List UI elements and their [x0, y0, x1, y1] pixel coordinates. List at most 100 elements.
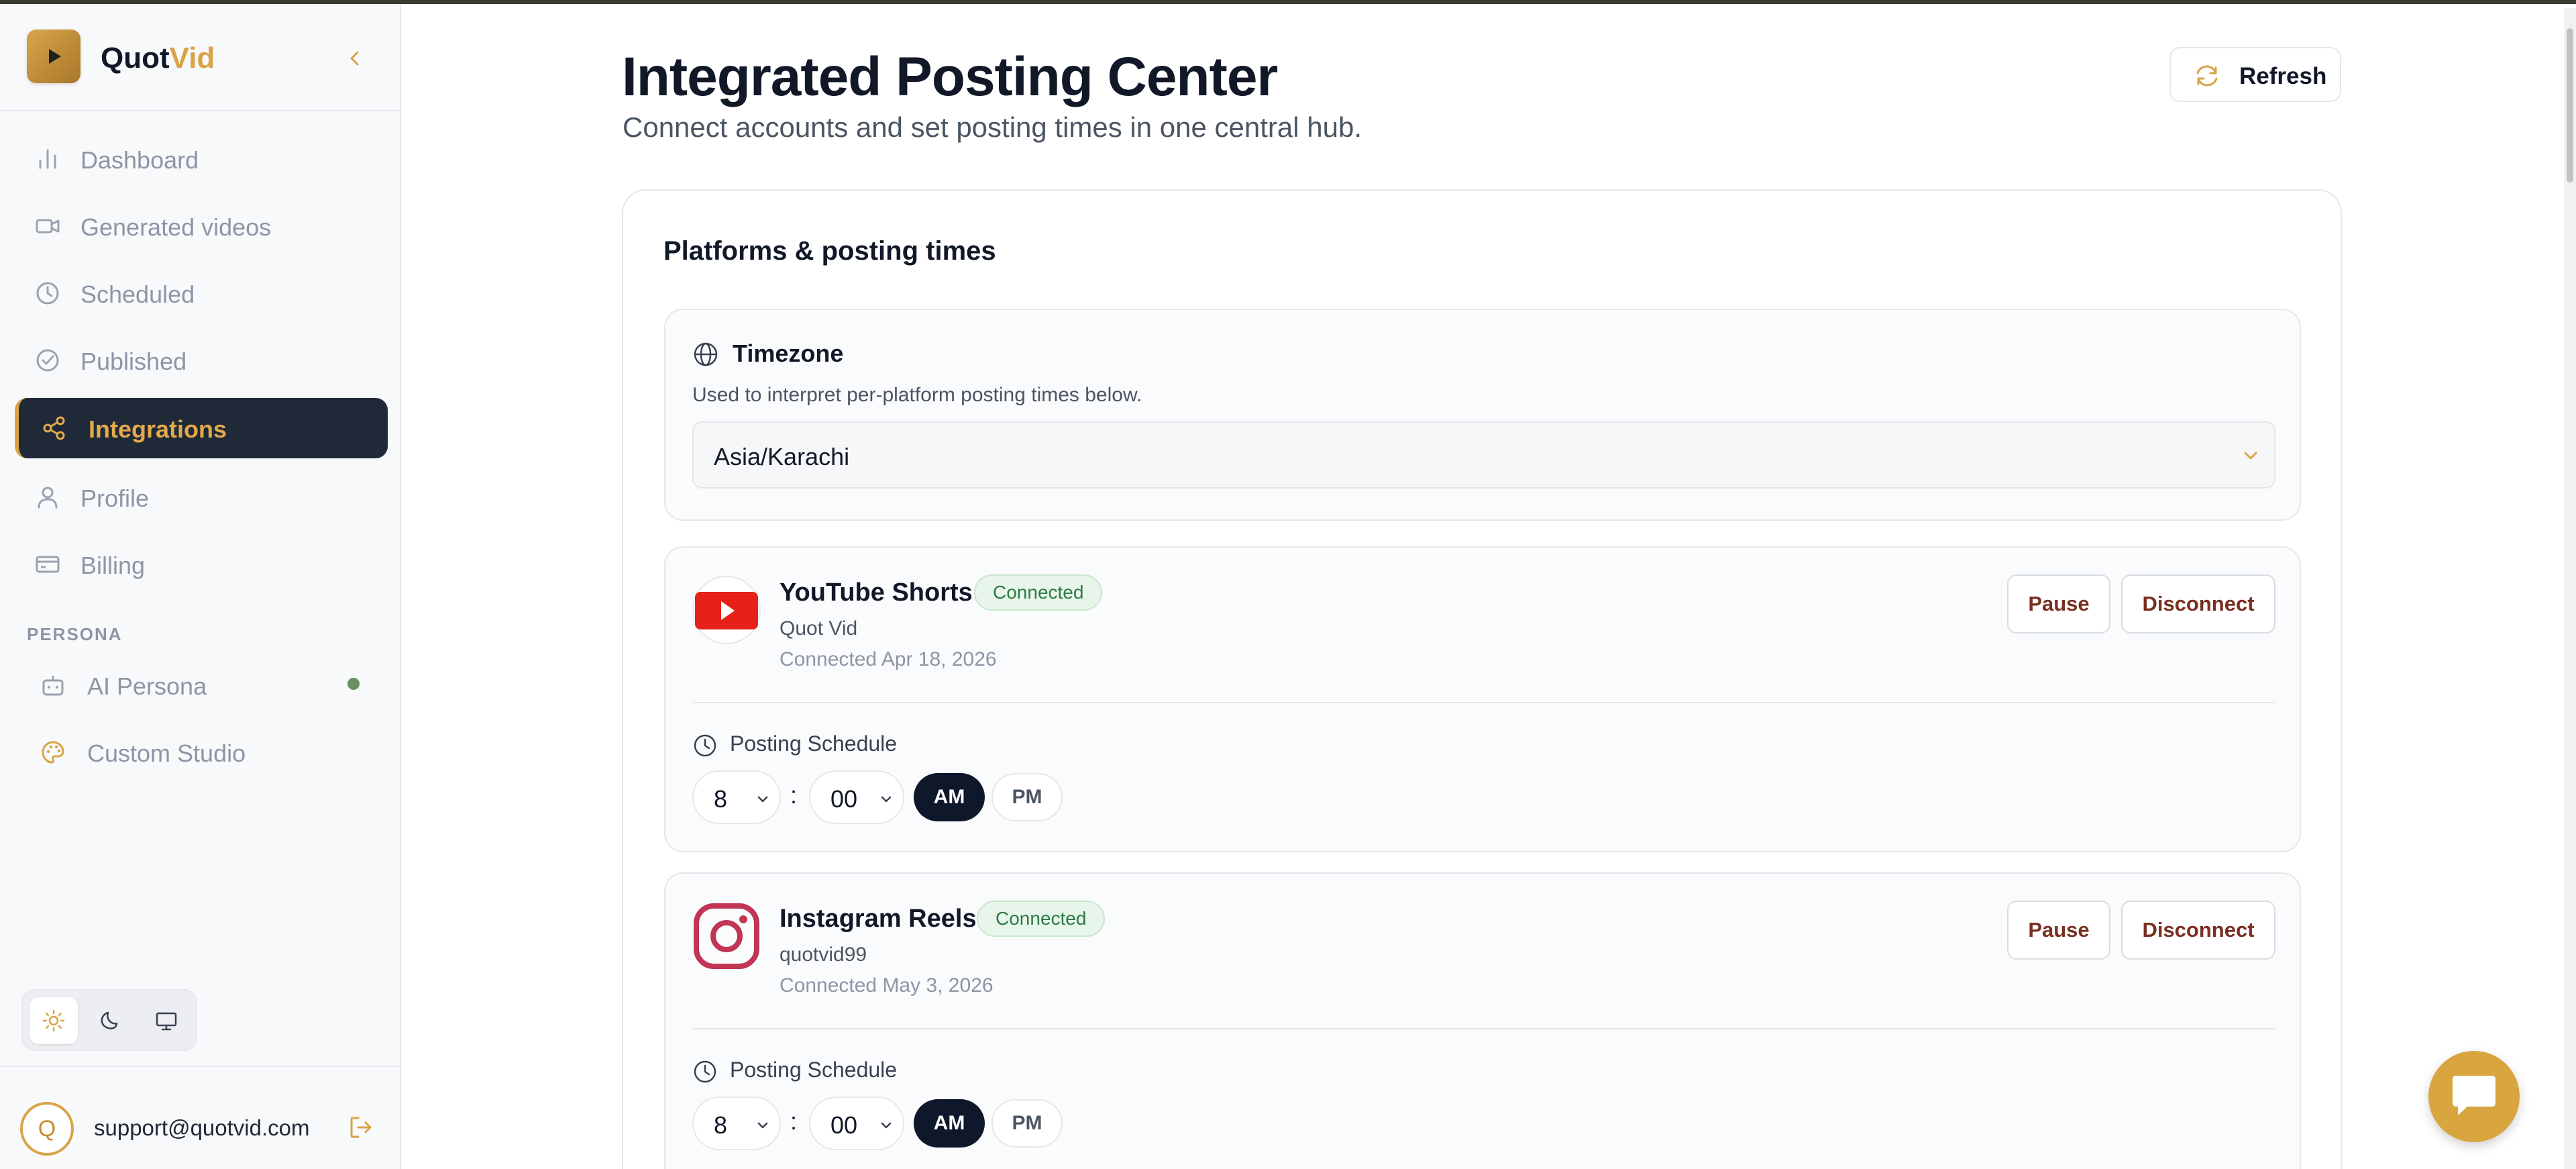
- chevron-down-icon: [757, 1122, 768, 1129]
- brand-header: QuotVid: [0, 4, 400, 111]
- share-icon: [43, 416, 65, 440]
- page-title: Integrated Posting Center: [622, 46, 1278, 107]
- hour-select[interactable]: 8: [692, 770, 781, 824]
- logout-icon[interactable]: [346, 1113, 376, 1142]
- sidebar-item-generated-videos[interactable]: Generated videos: [15, 196, 388, 256]
- sidebar-item-label: Published: [80, 348, 187, 375]
- time-separator: :: [790, 1107, 798, 1135]
- refresh-button[interactable]: Refresh: [2169, 47, 2341, 102]
- avatar[interactable]: Q: [20, 1102, 74, 1156]
- chevron-down-icon: [2244, 452, 2257, 460]
- platform-card-instagram: Instagram Reels Connected quotvid99 Conn…: [664, 872, 2301, 1169]
- clock-icon: [694, 734, 716, 757]
- platforms-panel: Platforms & posting times Timezone Used …: [622, 189, 2342, 1169]
- minute-select[interactable]: 00: [809, 1097, 904, 1150]
- youtube-logo: [692, 576, 761, 644]
- clock-icon: [36, 282, 59, 305]
- clock-icon: [694, 1060, 716, 1083]
- pm-button[interactable]: PM: [991, 1099, 1063, 1148]
- pm-button[interactable]: PM: [991, 773, 1063, 821]
- check-circle-icon: [36, 349, 59, 372]
- chevron-down-icon: [881, 1122, 892, 1129]
- user-email: support@quotvid.com: [94, 1115, 310, 1140]
- sidebar-item-label: AI Persona: [87, 672, 207, 700]
- theme-dark-button[interactable]: [86, 997, 134, 1044]
- credit-card-icon: [36, 556, 60, 573]
- status-badge: Connected: [974, 574, 1103, 611]
- brand-name: QuotVid: [101, 42, 215, 75]
- hour-select[interactable]: 8: [692, 1097, 781, 1150]
- theme-light-button[interactable]: [30, 997, 78, 1044]
- account-name: quotvid99: [780, 944, 867, 966]
- sidebar-item-custom-studio[interactable]: Custom Studio: [15, 722, 388, 782]
- chat-launcher-button[interactable]: [2428, 1051, 2520, 1142]
- timezone-value: Asia/Karachi: [714, 443, 850, 470]
- youtube-icon: [692, 576, 761, 644]
- chevron-down-icon: [881, 796, 892, 803]
- disconnect-button[interactable]: Disconnect: [2121, 901, 2275, 960]
- sidebar-item-label: Generated videos: [80, 213, 272, 241]
- sidebar-item-billing[interactable]: Billing: [15, 534, 388, 595]
- sidebar-item-label: Billing: [80, 552, 146, 579]
- sun-icon: [42, 1009, 65, 1032]
- sidebar-item-ai-persona[interactable]: AI Persona: [15, 655, 388, 715]
- brand-name-part2: Vid: [169, 42, 215, 74]
- status-badge: Connected: [977, 901, 1106, 937]
- pause-button[interactable]: Pause: [2007, 901, 2110, 960]
- scrollbar-thumb[interactable]: [2567, 28, 2573, 183]
- chevron-down-icon: [757, 796, 768, 803]
- moon-icon: [101, 1011, 118, 1029]
- page-subtitle: Connect accounts and set posting times i…: [623, 111, 1362, 143]
- chevron-left-icon[interactable]: [343, 47, 366, 70]
- platform-name: YouTube Shorts: [780, 578, 973, 607]
- instagram-icon: [694, 903, 759, 969]
- disconnect-button[interactable]: Disconnect: [2121, 574, 2275, 633]
- sidebar-item-label: Scheduled: [80, 281, 195, 308]
- hour-value: 8: [714, 1111, 728, 1139]
- app-root: QuotVid Dashboard Generated videos Sched…: [0, 0, 2576, 1169]
- sidebar: QuotVid Dashboard Generated videos Sched…: [0, 4, 401, 1169]
- bot-icon: [42, 676, 64, 696]
- instagram-logo: [692, 902, 761, 970]
- theme-switcher: [21, 989, 197, 1051]
- am-button[interactable]: AM: [914, 1099, 985, 1148]
- divider: [692, 1028, 2275, 1029]
- persona-status-dot: [347, 678, 360, 690]
- sidebar-item-label: Custom Studio: [87, 740, 246, 767]
- main-content: Integrated Posting Center Connect accoun…: [402, 4, 2549, 1169]
- timezone-select[interactable]: Asia/Karachi: [692, 421, 2275, 489]
- sidebar-item-scheduled[interactable]: Scheduled: [15, 263, 388, 323]
- brand-name-part1: Quot: [101, 42, 170, 74]
- palette-icon: [42, 741, 64, 764]
- sidebar-item-label: Dashboard: [80, 146, 199, 174]
- posting-schedule-label: Posting Schedule: [730, 1058, 898, 1082]
- sidebar-item-integrations[interactable]: Integrations: [15, 398, 388, 458]
- sidebar-item-published[interactable]: Published: [15, 330, 388, 391]
- divider: [692, 702, 2275, 703]
- brand-logo[interactable]: [27, 30, 80, 83]
- chat-bubble-icon: [2453, 1076, 2496, 1115]
- account-name: Quot Vid: [780, 617, 858, 640]
- platform-name: Instagram Reels: [780, 905, 977, 933]
- sidebar-item-profile[interactable]: Profile: [15, 467, 388, 527]
- pause-button[interactable]: Pause: [2007, 574, 2110, 633]
- monitor-icon: [156, 1012, 177, 1031]
- persona-section-heading: PERSONA: [27, 624, 123, 644]
- play-icon: [49, 49, 61, 64]
- panel-title: Platforms & posting times: [663, 236, 996, 266]
- page-scrollbar[interactable]: [2564, 8, 2576, 1169]
- user-bar: Q support@quotvid.com: [0, 1066, 400, 1169]
- theme-system-button[interactable]: [142, 997, 191, 1044]
- minute-select[interactable]: 00: [809, 770, 904, 824]
- timezone-description: Used to interpret per-platform posting t…: [692, 384, 1142, 406]
- sidebar-item-dashboard[interactable]: Dashboard: [15, 129, 388, 189]
- video-camera-icon: [36, 219, 60, 234]
- timezone-title: Timezone: [733, 340, 844, 367]
- connected-date: Connected May 3, 2026: [780, 974, 994, 997]
- minute-value: 00: [830, 1111, 858, 1139]
- am-button[interactable]: AM: [914, 773, 985, 821]
- timezone-card: Timezone Used to interpret per-platform …: [664, 309, 2301, 521]
- connected-date: Connected Apr 18, 2026: [780, 648, 997, 670]
- posting-schedule-label: Posting Schedule: [730, 731, 898, 756]
- platform-card-youtube: YouTube Shorts Connected Quot Vid Connec…: [664, 546, 2301, 852]
